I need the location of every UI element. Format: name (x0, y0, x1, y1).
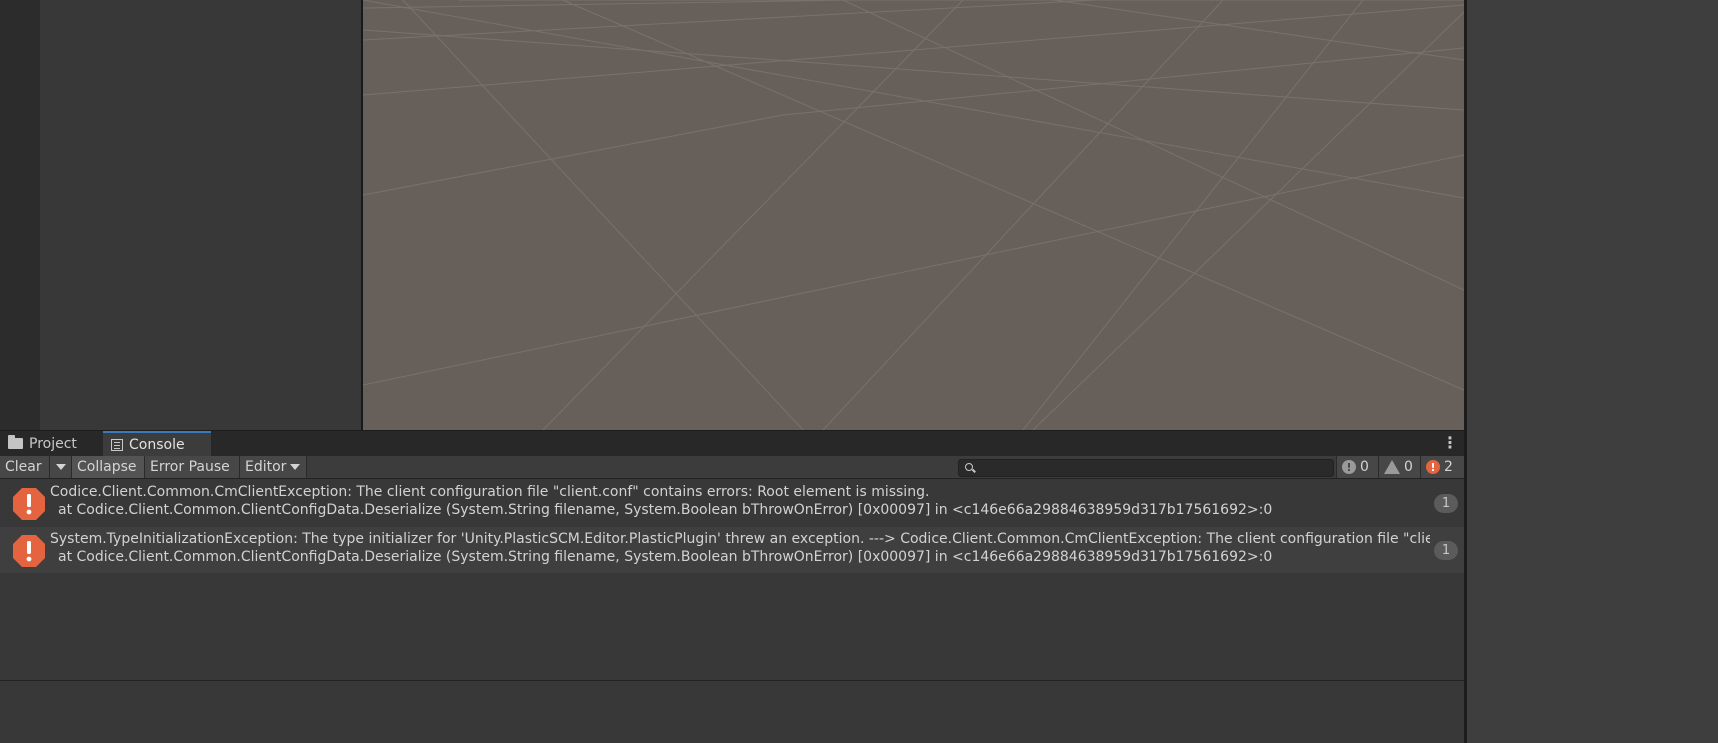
log-message-line: System.TypeInitializationException: The … (50, 531, 1430, 547)
log-count-badge: 1 (1434, 541, 1458, 560)
info-filter-toggle[interactable]: ! 0 (1336, 456, 1378, 478)
console-window: Project Console ⋮ Clear Collapse Error P… (0, 430, 1464, 743)
warning-icon (1384, 460, 1400, 474)
tab-project[interactable]: Project (0, 431, 103, 456)
log-detail-pane (0, 681, 1464, 743)
info-icon: ! (1342, 460, 1356, 474)
log-message-line: Codice.Client.Common.CmClientException: … (50, 484, 930, 500)
error-pause-toggle[interactable]: Error Pause (145, 456, 240, 478)
info-count: 0 (1360, 459, 1369, 475)
chevron-down-icon (55, 464, 66, 470)
tab-label: Console (129, 436, 185, 453)
error-count: 2 (1444, 459, 1453, 475)
log-list: Codice.Client.Common.CmClientException: … (0, 480, 1464, 678)
clear-button[interactable]: Clear (0, 456, 50, 478)
log-stack-line: at Codice.Client.Common.ClientConfigData… (58, 502, 1273, 518)
collapse-toggle[interactable]: Collapse (72, 456, 145, 478)
log-message: Codice.Client.Common.CmClientException: … (50, 483, 1430, 519)
clear-options-dropdown[interactable] (50, 456, 72, 478)
error-icon: ! (1426, 460, 1440, 474)
log-message: System.TypeInitializationException: The … (50, 530, 1430, 566)
search-icon (965, 463, 973, 471)
log-entry[interactable]: System.TypeInitializationException: The … (0, 527, 1464, 573)
search-field[interactable] (958, 459, 1334, 477)
log-entry[interactable]: Codice.Client.Common.CmClientException: … (0, 480, 1464, 526)
console-toolbar: Clear Collapse Error Pause Editor ! 0 0 … (0, 456, 1464, 479)
folder-icon (8, 435, 23, 449)
tab-console[interactable]: Console (103, 431, 211, 456)
log-count-badge: 1 (1434, 494, 1458, 513)
console-icon (111, 438, 123, 451)
warning-filter-toggle[interactable]: 0 (1378, 456, 1420, 478)
search-input[interactable] (977, 460, 1327, 476)
left-toolbar-strip (0, 0, 40, 430)
log-stack-line: at Codice.Client.Common.ClientConfigData… (58, 549, 1273, 565)
hierarchy-panel (40, 0, 362, 430)
error-icon (12, 534, 46, 568)
warning-count: 0 (1404, 459, 1413, 475)
tab-label: Project (29, 435, 77, 452)
tab-bar: Project Console ⋮ (0, 431, 1464, 456)
kebab-menu-icon[interactable]: ⋮ (1442, 433, 1458, 453)
chevron-down-icon (290, 464, 301, 470)
inspector-panel (1467, 0, 1718, 743)
error-icon (12, 487, 46, 521)
error-filter-toggle[interactable]: ! 2 (1420, 456, 1464, 478)
scene-grid (363, 0, 1464, 430)
editor-dropdown[interactable]: Editor (240, 456, 307, 478)
editor-dropdown-label: Editor (245, 459, 287, 475)
scene-view[interactable] (363, 0, 1464, 430)
